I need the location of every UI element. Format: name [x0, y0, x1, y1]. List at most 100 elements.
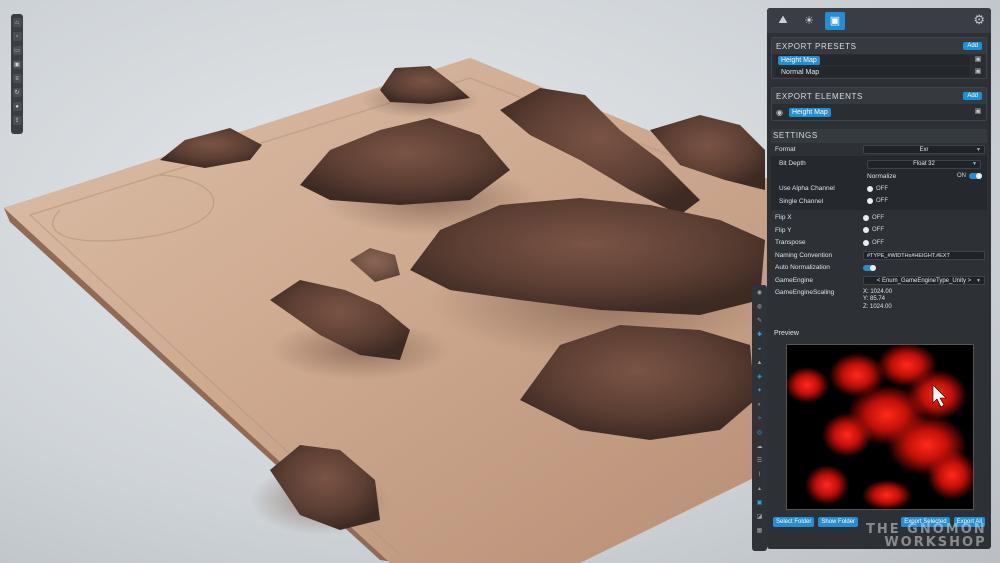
flipy-label: Flip Y [775, 226, 792, 234]
export-presets-section: EXPORT PRESETS Add Height Map ▣ Normal M… [771, 37, 987, 79]
preset-label[interactable]: Height Map [778, 55, 820, 65]
open-folder-icon[interactable]: ▭ [12, 46, 22, 55]
refresh-icon[interactable]: ↻ [12, 88, 22, 97]
tool-icon[interactable]: ◉ [755, 289, 764, 298]
engine-scaling-row: GameEngineScaling X: 1024.00 Y: 85.74 Z:… [771, 287, 987, 313]
bit-depth-value: Float 32 [913, 161, 935, 167]
bit-depth-label: Bit Depth [779, 160, 806, 168]
preview-label: Preview [774, 330, 799, 337]
section-title: SETTINGS [771, 129, 987, 143]
export-icon[interactable]: ⇪ [12, 116, 22, 125]
element-label[interactable]: Height Map [788, 107, 831, 117]
sun-icon[interactable]: ☀ [799, 12, 819, 30]
home-icon[interactable]: ⌂ [12, 18, 22, 27]
normalize-toggle[interactable]: ON [957, 173, 982, 179]
export-elements-section: EXPORT ELEMENTS Add ◉ Height Map ▣ [771, 87, 987, 121]
format-value: Exr [919, 146, 929, 153]
flipx-label: Flip X [775, 214, 792, 222]
engine-label: GameEngine [775, 276, 813, 284]
add-preset-button[interactable]: Add [963, 42, 982, 50]
node-tool-strip: ◉ ◍ ✎ ✱ ◒ ▲ ◈ ✦ ◐ ✧ ◎ ☁ ☰ ⌇ ▴ ▣ ◪ ▦ [752, 285, 767, 551]
toggle-state: OFF [876, 185, 888, 192]
tool-icon[interactable]: ✧ [755, 415, 764, 424]
select-folder-button[interactable]: Select Folder [773, 517, 815, 527]
toggle-state: OFF [872, 214, 884, 221]
tool-icon[interactable]: ◒ [755, 345, 764, 354]
flipx-row: Flip X OFF [771, 212, 987, 225]
toggle-state: OFF [872, 239, 884, 246]
list-item[interactable]: Normal Map ▣ [772, 66, 986, 78]
document-icon[interactable]: ≡ [12, 74, 22, 83]
tool-icon[interactable]: ◐ [755, 401, 764, 410]
tool-icon[interactable]: ✱ [755, 331, 764, 340]
format-row: Format Exr ▼ [771, 143, 987, 156]
add-element-button[interactable]: Add [963, 92, 982, 100]
format-options: Bit Depth Float 32 ▼ Normalize ON Use Al… [771, 155, 987, 210]
panel-tabs: ⛰ ☀ ▣ ⚙ [767, 8, 991, 33]
save-icon[interactable]: ▣ [974, 108, 982, 116]
single-channel-row: Single Channel OFF [771, 195, 987, 208]
watermark-line2: WORKSHOP [884, 535, 987, 550]
tool-icon[interactable]: ✎ [755, 317, 764, 326]
watermark: THE GNOMON WORKSHOP [828, 522, 987, 550]
bit-depth-row: Bit Depth Float 32 ▼ [771, 158, 987, 171]
tool-icon[interactable]: ☰ [755, 457, 764, 466]
new-file-icon[interactable]: ▫ [12, 32, 22, 41]
chevron-down-icon: ▼ [976, 146, 981, 153]
chevron-down-icon: ▼ [976, 277, 981, 284]
heightmap-image [787, 345, 973, 509]
auto-norm-label: Auto Normalization [775, 264, 830, 272]
transpose-toggle[interactable]: OFF [863, 239, 884, 246]
terrain-icon[interactable]: ⛰ [773, 12, 793, 30]
format-dropdown[interactable]: Exr ▼ [863, 145, 985, 154]
tool-icon[interactable]: ⌇ [755, 471, 764, 480]
tool-icon[interactable]: ✦ [755, 387, 764, 396]
list-item[interactable]: Height Map ▣ [772, 54, 986, 66]
heightmap-preview[interactable] [786, 344, 974, 510]
left-toolbar: ⌂ ▫ ▭ ▣ ≡ ↻ ● ⇪ [11, 14, 23, 134]
tool-icon[interactable]: ▴ [755, 485, 764, 494]
auto-norm-toggle[interactable] [863, 264, 876, 271]
tool-icon[interactable]: ◪ [755, 513, 764, 522]
save-icon[interactable]: ▣ [974, 56, 982, 64]
single-toggle[interactable]: OFF [867, 198, 888, 204]
single-label: Single Channel [779, 197, 824, 205]
flipx-toggle[interactable]: OFF [863, 214, 884, 221]
tool-icon[interactable]: ▲ [755, 359, 764, 368]
auto-normalization-row: Auto Normalization [771, 262, 987, 275]
camera-icon[interactable]: ● [12, 102, 22, 111]
eye-icon[interactable]: ◉ [776, 108, 783, 117]
game-engine-row: GameEngine < Enum_GameEngineType_Unity >… [771, 274, 987, 287]
toggle-state: ON [957, 173, 966, 179]
preset-label[interactable]: Normal Map [778, 68, 822, 77]
naming-label: Naming Convention [775, 251, 833, 259]
list-item[interactable]: ◉ Height Map ▣ [772, 104, 986, 120]
save-icon[interactable]: ▣ [974, 68, 982, 76]
tool-icon[interactable]: ◍ [755, 303, 764, 312]
section-title: EXPORT PRESETS [776, 41, 857, 51]
scaling-label: GameEngineScaling [775, 288, 835, 296]
scale-y: Y: 85.74 [863, 296, 886, 302]
save-icon[interactable]: ▣ [12, 60, 22, 69]
section-title: EXPORT ELEMENTS [776, 91, 863, 101]
alpha-row: Use Alpha Channel OFF [771, 183, 987, 196]
tool-icon[interactable]: ◈ [755, 373, 764, 382]
tool-icon[interactable]: ◎ [755, 429, 764, 438]
tool-icon[interactable]: ▣ [755, 499, 764, 508]
alpha-toggle[interactable]: OFF [867, 185, 888, 192]
gear-icon[interactable]: ⚙ [973, 12, 985, 28]
scale-z: Z: 1024.00 [863, 303, 892, 310]
scaling-values: X: 1024.00 Y: 85.74 Z: 1024.00 [863, 289, 892, 312]
format-label: Format [775, 145, 796, 153]
tool-icon[interactable]: ▦ [755, 527, 764, 536]
naming-input[interactable]: #TYPE_#WIDTHx#HEIGHT.#EXT [863, 251, 985, 260]
save-icon[interactable]: ▣ [825, 11, 845, 30]
transpose-row: Transpose OFF [771, 237, 987, 250]
normalize-row: Normalize ON [771, 170, 987, 183]
flipy-toggle[interactable]: OFF [863, 227, 884, 233]
bit-depth-dropdown[interactable]: Float 32 ▼ [867, 159, 981, 169]
tool-icon[interactable]: ☁ [755, 443, 764, 452]
engine-dropdown[interactable]: < Enum_GameEngineType_Unity > ▼ [863, 276, 985, 285]
alpha-label: Use Alpha Channel [779, 185, 835, 193]
flipy-row: Flip Y OFF [771, 224, 987, 237]
